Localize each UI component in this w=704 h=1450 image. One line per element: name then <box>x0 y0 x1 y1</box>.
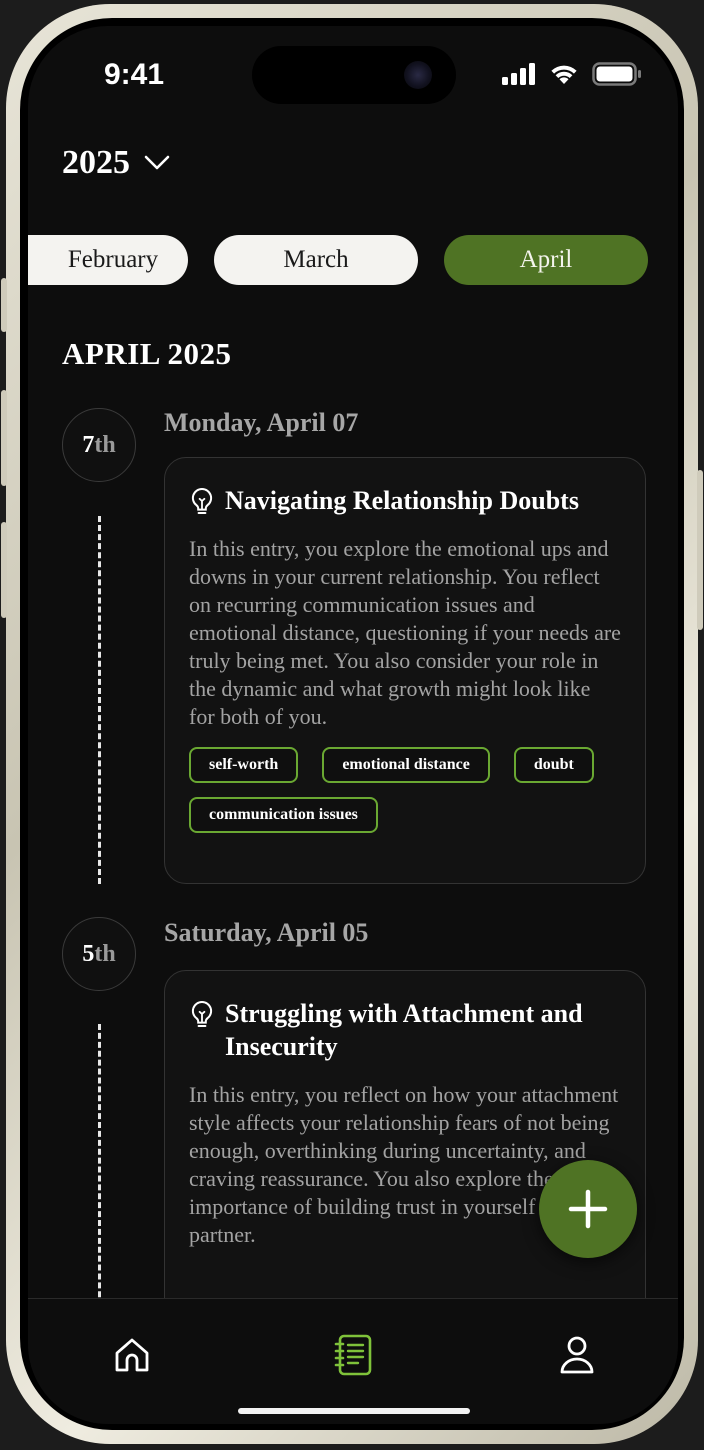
month-pill-label: April <box>519 246 573 273</box>
year-selector[interactable]: 2025 <box>62 144 170 182</box>
day-number: 5 <box>82 940 95 967</box>
journal-entry-card[interactable]: Navigating Relationship Doubts In this e… <box>164 457 646 884</box>
entry-title-row: Navigating Relationship Doubts <box>189 484 621 517</box>
timeline-connector <box>98 516 101 884</box>
volume-down-button <box>1 522 7 618</box>
entry-title: Struggling with Attachment and Insecurit… <box>225 999 583 1061</box>
app-screen: 9:41 2025 February March April APRIL 202… <box>28 26 678 1424</box>
entry-title: Navigating Relationship Doubts <box>225 486 579 515</box>
bottom-nav <box>28 1298 678 1424</box>
tag-chip[interactable]: emotional distance <box>322 747 490 783</box>
nav-home-button[interactable] <box>108 1331 156 1379</box>
wifi-icon <box>551 65 577 84</box>
journal-icon <box>334 1334 372 1376</box>
timeline-connector <box>98 1024 101 1324</box>
nav-journal-button[interactable] <box>329 1331 377 1379</box>
status-icons <box>502 62 642 86</box>
dynamic-island <box>252 46 456 104</box>
new-entry-button[interactable] <box>539 1160 637 1258</box>
home-icon <box>115 1338 149 1372</box>
tag-list: self-worth emotional distance doubt comm… <box>189 747 621 833</box>
action-button <box>1 278 7 332</box>
month-pill-february[interactable]: February <box>28 235 188 285</box>
month-pill-april[interactable]: April <box>444 235 648 285</box>
nav-profile-button[interactable] <box>553 1331 601 1379</box>
month-pill-march[interactable]: March <box>214 235 418 285</box>
lightbulb-icon <box>191 1000 213 1027</box>
entry-title-row: Struggling with Attachment and Insecurit… <box>189 997 621 1063</box>
day-suffix: th <box>94 431 116 458</box>
home-indicator <box>238 1408 470 1414</box>
month-pill-label: February <box>67 246 159 273</box>
volume-up-button <box>1 390 7 486</box>
month-pill-label: March <box>283 246 349 273</box>
chevron-down-icon <box>144 155 170 170</box>
plus-icon <box>568 1189 608 1229</box>
tag-chip[interactable]: self-worth <box>189 747 299 783</box>
camera-icon <box>404 61 432 89</box>
lightbulb-icon <box>191 487 213 514</box>
entry-date: Monday, April 07 <box>164 408 359 437</box>
status-time: 9:41 <box>104 58 165 91</box>
day-number: 7 <box>82 431 95 458</box>
year-label: 2025 <box>62 144 130 181</box>
day-suffix: th <box>94 940 116 967</box>
tag-chip[interactable]: communication issues <box>189 797 378 833</box>
profile-icon <box>560 1336 594 1374</box>
power-button <box>697 470 703 630</box>
entry-date: Saturday, April 05 <box>164 918 369 947</box>
entry-summary: In this entry, you explore the emotional… <box>189 536 621 729</box>
tag-chip[interactable]: doubt <box>513 747 594 783</box>
section-title: APRIL 2025 <box>62 336 232 371</box>
cellular-signal-icon <box>502 63 535 85</box>
day-badge: 5th <box>62 917 136 991</box>
day-badge: 7th <box>62 408 136 482</box>
battery-icon <box>592 62 641 86</box>
